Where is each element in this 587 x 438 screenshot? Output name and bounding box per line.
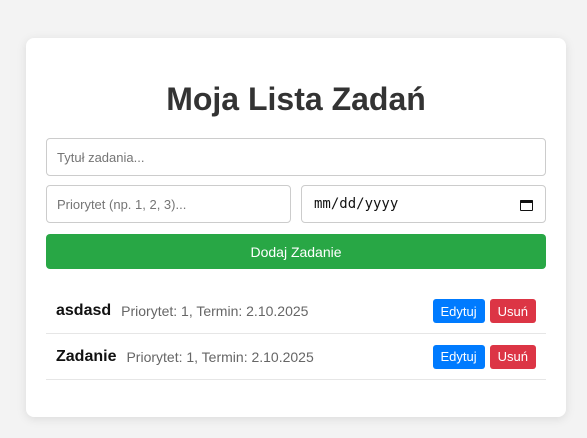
task-meta: Priorytet: 1, Termin: 2.10.2025 [126,348,314,365]
task-name: Zadanie [56,347,117,365]
task-date-input[interactable]: mm/dd/yyyy [301,185,546,223]
task-name: asdasd [56,302,112,319]
task-item: Zadanie Priorytet: 1, Termin: 2.10.2025 … [46,334,546,380]
delete-task-button[interactable]: Usuń [489,299,536,323]
date-placeholder: mm/dd/yyyy [314,196,399,212]
task-list: asdasd Priorytet: 1, Termin: 2.10.2025 E… [46,289,546,380]
delete-task-button[interactable]: Usuń [489,344,536,369]
task-meta: Priorytet: 1, Termin: 2.10.2025 [121,303,309,319]
task-item: asdasd Priorytet: 1, Termin: 2.10.2025 E… [46,289,546,334]
task-priority-input[interactable] [46,185,291,223]
todo-card: Moja Lista Zadań mm/dd/yyyy Dodaj Zadani… [26,38,566,417]
edit-task-button[interactable]: Edytuj [432,344,485,369]
edit-task-button[interactable]: Edytuj [432,299,485,323]
page-title: Moja Lista Zadań [166,81,426,117]
calendar-icon[interactable] [520,198,533,211]
add-task-button[interactable]: Dodaj Zadanie [46,234,546,269]
task-title-input[interactable] [46,138,546,176]
